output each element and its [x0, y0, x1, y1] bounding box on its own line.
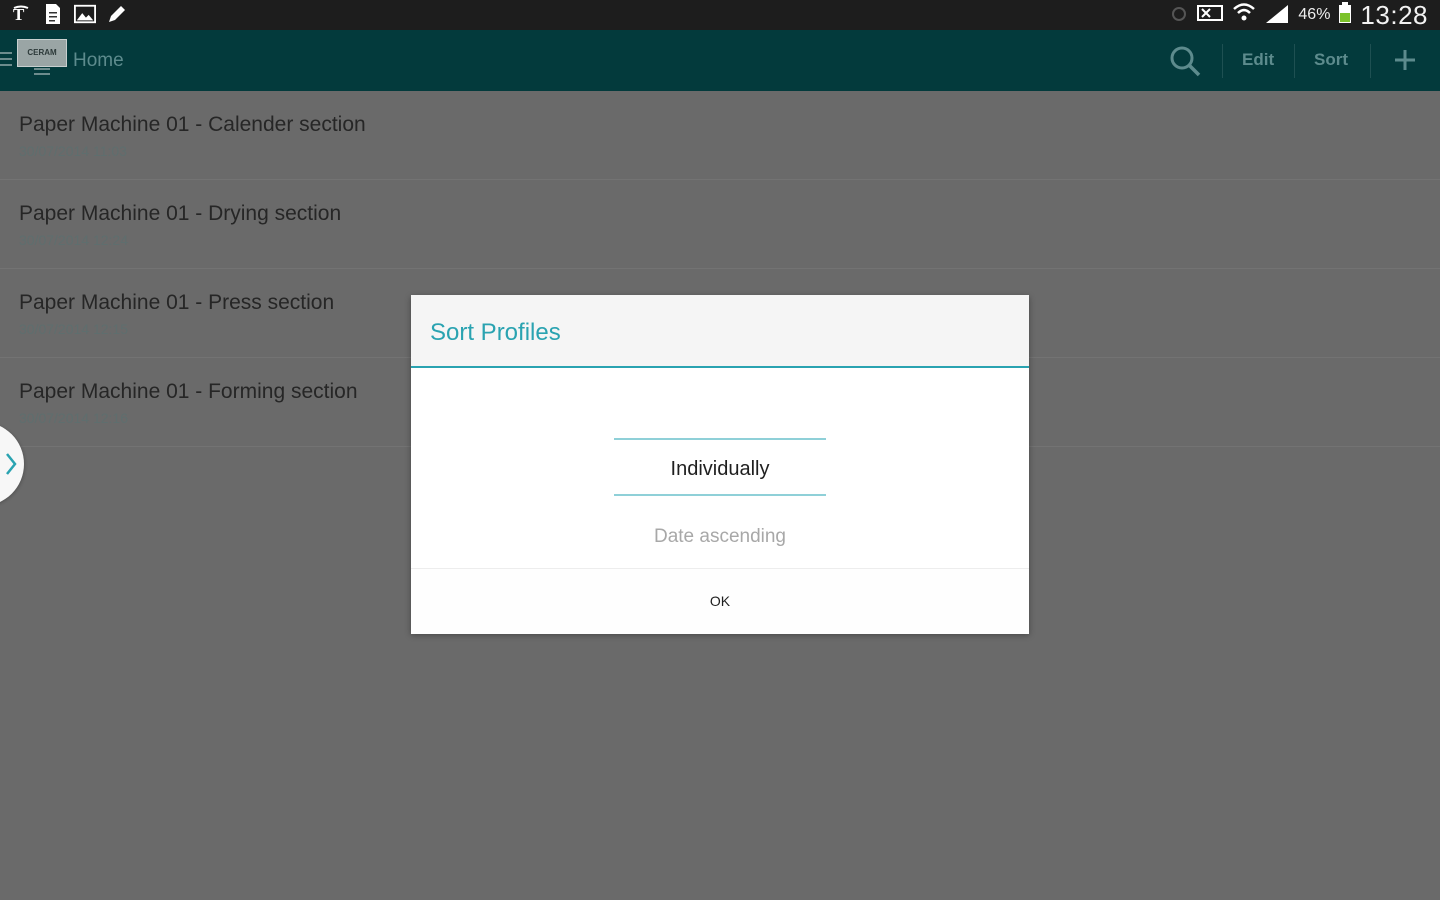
pen-icon — [106, 3, 128, 25]
status-bar: T 46% 13:28 — [0, 0, 1440, 30]
chevron-right-icon — [6, 453, 17, 475]
picker-option[interactable]: Date ascending — [411, 526, 1029, 548]
app-logo-menu-icon — [34, 68, 50, 78]
battery-percent: 46% — [1298, 6, 1331, 23]
dialog-header: Sort Profiles — [411, 295, 1029, 368]
search-icon[interactable] — [1168, 44, 1202, 78]
drawer-icon[interactable] — [0, 52, 12, 70]
sort-picker[interactable]: Individually Date ascending — [411, 368, 1029, 568]
clock: 13:28 — [1360, 0, 1428, 30]
profile-date: 30/07/2014 12:24 — [19, 232, 128, 248]
dialog-footer: OK — [411, 568, 1029, 634]
edit-button[interactable]: Edit — [1242, 50, 1274, 70]
status-bar-notifications: T — [10, 3, 128, 25]
mute-icon — [1196, 3, 1224, 28]
dialog-title: Sort Profiles — [430, 319, 561, 346]
picker-divider — [614, 494, 826, 496]
picker-selected-option[interactable]: Individually — [411, 458, 1029, 481]
sort-button[interactable]: Sort — [1314, 50, 1348, 70]
document-icon — [42, 3, 64, 25]
action-separator — [1294, 44, 1295, 78]
action-separator — [1370, 44, 1371, 78]
image-icon — [74, 3, 96, 25]
notification-app-icon: T — [10, 3, 32, 25]
sort-dialog: Sort Profiles Individually Date ascendin… — [411, 295, 1029, 634]
profile-date: 30/07/2014 12:15 — [19, 321, 128, 337]
wifi-icon — [1232, 2, 1256, 29]
action-separator — [1222, 44, 1223, 78]
status-bar-system: 46% 13:28 — [1170, 0, 1428, 30]
add-icon[interactable] — [1390, 42, 1420, 78]
list-item[interactable]: Paper Machine 01 - Drying section 30/07/… — [0, 180, 1440, 269]
picker-divider — [614, 438, 826, 440]
profile-title: Paper Machine 01 - Calender section — [19, 113, 366, 136]
page-title[interactable]: Home — [73, 50, 124, 72]
app-logo[interactable]: CERAM — [17, 39, 67, 67]
profile-date: 30/07/2014 12:16 — [19, 410, 128, 426]
profile-date: 30/07/2014 11:03 — [19, 143, 127, 159]
signal-icon — [1264, 2, 1290, 29]
action-bar: CERAM Home Edit Sort — [0, 30, 1440, 91]
profile-title: Paper Machine 01 - Press section — [19, 291, 335, 314]
profile-title: Paper Machine 01 - Forming section — [19, 380, 358, 403]
battery-icon — [1338, 1, 1352, 29]
profile-title: Paper Machine 01 - Drying section — [19, 202, 342, 225]
alarm-icon — [1170, 4, 1188, 27]
list-item[interactable]: Paper Machine 01 - Calender section 30/0… — [0, 91, 1440, 180]
ok-button[interactable]: OK — [411, 569, 1029, 633]
